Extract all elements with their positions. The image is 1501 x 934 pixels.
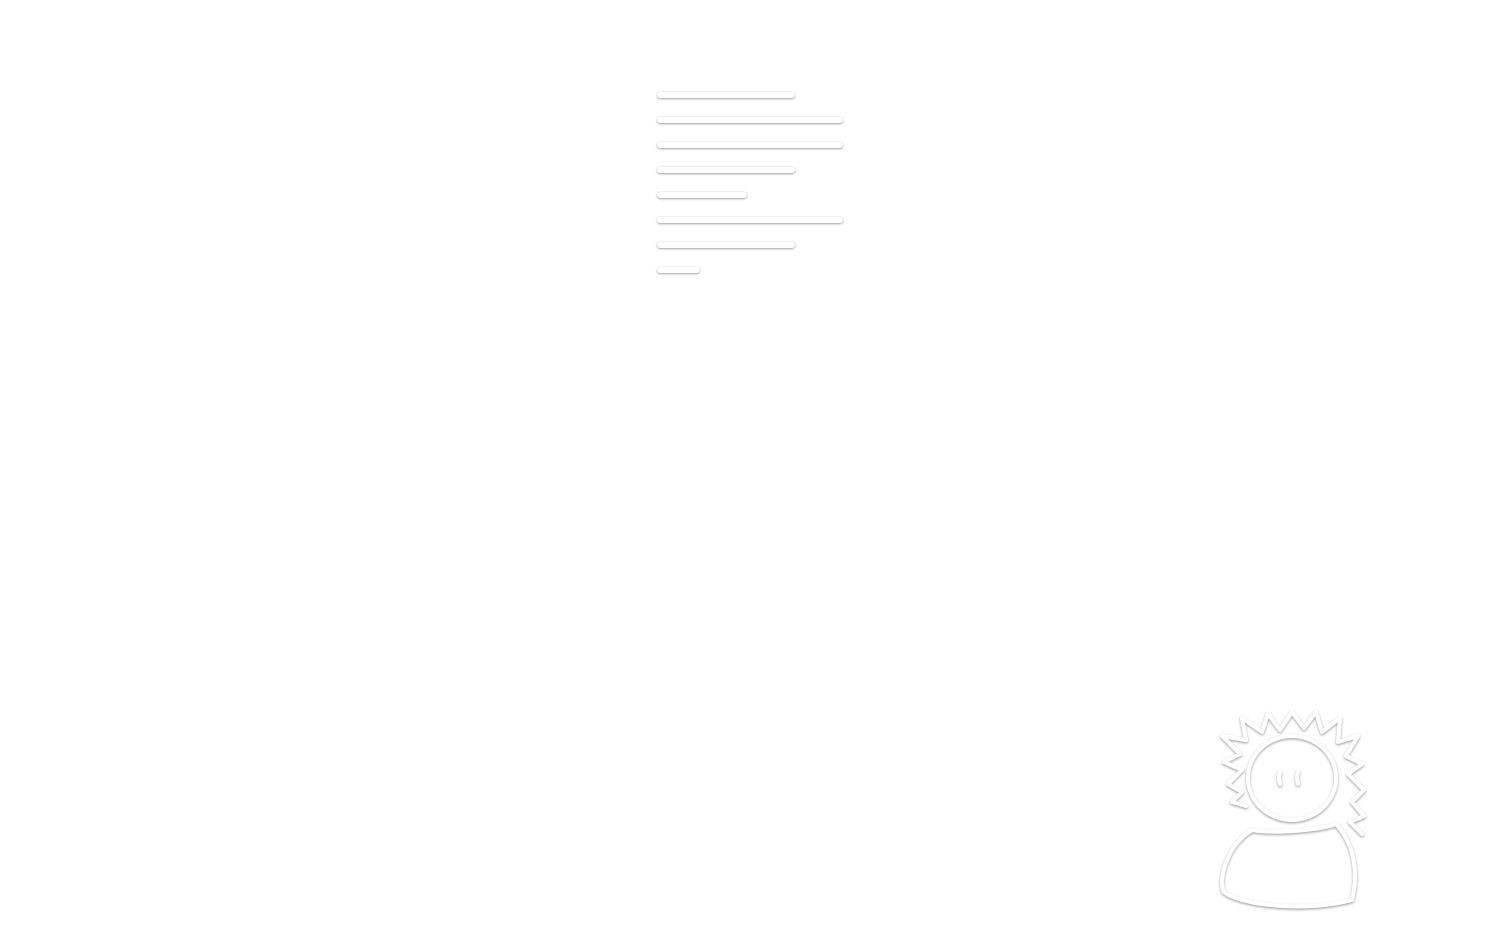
placeholder-line — [657, 142, 843, 148]
blank-page: { "placeholder": { "line_count": 8 }, "m… — [0, 0, 1501, 934]
placeholder-line — [657, 192, 747, 198]
placeholder-line — [657, 267, 700, 273]
spiky-hair-character-icon — [1212, 706, 1372, 916]
placeholder-line — [657, 117, 843, 123]
placeholder-line — [657, 167, 795, 173]
placeholder-line — [657, 217, 843, 223]
placeholder-line — [657, 92, 795, 98]
placeholder-line — [657, 242, 795, 248]
loading-placeholder-lines — [657, 90, 857, 280]
